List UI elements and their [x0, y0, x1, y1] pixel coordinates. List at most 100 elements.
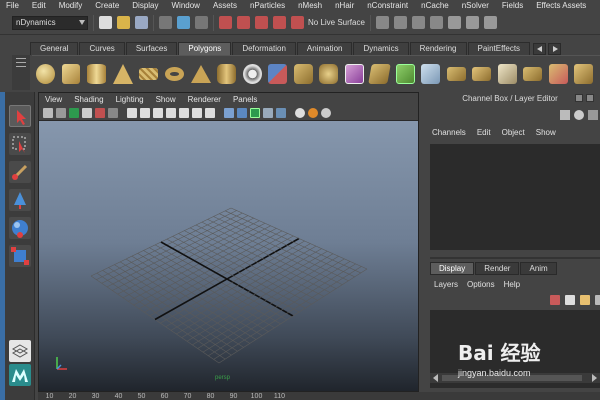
mode-selector[interactable]: nDynamics: [12, 15, 88, 30]
snap-curve-icon[interactable]: [237, 16, 250, 29]
menu-effects-assets[interactable]: Effects Assets: [536, 1, 586, 10]
combine-icon[interactable]: [268, 63, 288, 84]
tab-curves[interactable]: Curves: [79, 42, 125, 55]
wedge-icon[interactable]: [574, 63, 594, 84]
default-light-icon[interactable]: [295, 108, 305, 118]
select-camera-icon[interactable]: [43, 108, 53, 118]
shadows-icon[interactable]: [321, 108, 331, 118]
tab-dynamics[interactable]: Dynamics: [353, 42, 409, 55]
menu-ncache[interactable]: nCache: [421, 1, 449, 10]
ipr-render-icon[interactable]: [411, 16, 425, 29]
render-settings-icon[interactable]: [429, 16, 443, 29]
tab-deformation[interactable]: Deformation: [232, 42, 296, 55]
channel-box-toggle-icon[interactable]: [483, 16, 497, 29]
menu-assets[interactable]: Assets: [213, 1, 237, 10]
shelf-scroll-right-icon[interactable]: [548, 43, 562, 55]
move-tool-icon[interactable]: [9, 189, 31, 211]
smooth-icon[interactable]: [319, 63, 339, 84]
channel-box-menu-show[interactable]: Show: [536, 128, 556, 137]
lasso-tool-icon[interactable]: [9, 133, 31, 155]
menu-nmesh[interactable]: nMesh: [298, 1, 322, 10]
separate-icon[interactable]: [293, 63, 313, 84]
channel-box-content[interactable]: [430, 144, 600, 250]
move-layer-up-icon[interactable]: [550, 295, 560, 305]
merge-icon[interactable]: [523, 66, 543, 81]
make-live-icon[interactable]: [291, 16, 304, 29]
menu-nparticles[interactable]: nParticles: [250, 1, 285, 10]
poly-soccer-ball-icon[interactable]: [242, 63, 262, 84]
tab-rendering[interactable]: Rendering: [409, 42, 467, 55]
viewport-menu-panels[interactable]: Panels: [233, 95, 257, 104]
bevel-icon[interactable]: [497, 63, 517, 84]
layer-menu-options[interactable]: Options: [467, 280, 495, 289]
poly-pipe-icon[interactable]: [217, 63, 237, 84]
image-plane-icon[interactable]: [82, 108, 92, 118]
bridge-icon[interactable]: [395, 63, 415, 84]
boolean-icon[interactable]: [344, 63, 364, 84]
shelf-menu[interactable]: [12, 55, 30, 90]
extract-icon[interactable]: [548, 63, 568, 84]
tab-render[interactable]: Render: [475, 262, 520, 275]
grease-pencil-icon[interactable]: [108, 108, 118, 118]
poly-sphere-icon[interactable]: [36, 63, 55, 84]
bookmark-icon[interactable]: [69, 108, 79, 118]
grid-toggle-icon[interactable]: [127, 108, 137, 118]
poly-cone-icon[interactable]: [112, 63, 133, 84]
new-scene-icon[interactable]: [99, 16, 112, 29]
xray-icon[interactable]: [263, 108, 273, 118]
field-chart-icon[interactable]: [179, 108, 189, 118]
select-hierarchy-icon[interactable]: [159, 16, 172, 29]
scale-tool-icon[interactable]: [9, 245, 31, 267]
poly-cylinder-icon[interactable]: [87, 63, 106, 84]
menu-create[interactable]: Create: [95, 1, 119, 10]
perspective-viewport[interactable]: View Shading Lighting Show Renderer Pane…: [38, 92, 419, 392]
menu-modify[interactable]: Modify: [59, 1, 83, 10]
tab-display[interactable]: Display: [430, 262, 475, 275]
tool-settings-icon[interactable]: [588, 110, 598, 120]
poly-plane-icon[interactable]: [139, 67, 158, 80]
all-lights-icon[interactable]: [308, 108, 318, 118]
viewport-menu-view[interactable]: View: [45, 95, 62, 104]
tab-animation[interactable]: Animation: [296, 42, 353, 55]
wireframe-on-shaded-icon[interactable]: [250, 108, 260, 118]
tab-polygons[interactable]: Polygons: [178, 42, 232, 55]
attribute-editor-icon[interactable]: [574, 110, 584, 120]
tab-general[interactable]: General: [30, 42, 79, 55]
split-polygon-icon[interactable]: [446, 66, 466, 81]
safe-title-icon[interactable]: [205, 108, 215, 118]
resolution-gate-icon[interactable]: [153, 108, 163, 118]
maya-logo-icon[interactable]: [9, 364, 31, 386]
tab-anim[interactable]: Anim: [520, 262, 557, 275]
open-scene-icon[interactable]: [117, 16, 130, 29]
shelf-scroll-left-icon[interactable]: [533, 43, 547, 55]
menu-window[interactable]: Window: [172, 1, 200, 10]
snap-point-icon[interactable]: [255, 16, 268, 29]
rotate-tool-icon[interactable]: [9, 217, 31, 239]
paint-select-icon[interactable]: [9, 161, 31, 183]
safe-action-icon[interactable]: [192, 108, 202, 118]
viewport-menu-lighting[interactable]: Lighting: [116, 95, 144, 104]
menu-edit[interactable]: Edit: [32, 1, 46, 10]
float-panel-icon[interactable]: [575, 94, 583, 102]
two-d-pan-icon[interactable]: [95, 108, 105, 118]
smooth-shade-icon[interactable]: [237, 108, 247, 118]
extrude-icon[interactable]: [368, 63, 392, 84]
channel-box-menu-channels[interactable]: Channels: [432, 128, 466, 137]
menu-nconstraint[interactable]: nConstraint: [367, 1, 408, 10]
menu-fields[interactable]: Fields: [502, 1, 523, 10]
film-gate-icon[interactable]: [140, 108, 150, 118]
poly-cube-icon[interactable]: [61, 63, 81, 84]
snap-view-plane-icon[interactable]: [273, 16, 286, 29]
layer-menu-help[interactable]: Help: [504, 280, 520, 289]
save-scene-icon[interactable]: [135, 16, 148, 29]
select-object-icon[interactable]: [177, 16, 190, 29]
tab-painteffects[interactable]: PaintEffects: [467, 42, 531, 55]
select-component-icon[interactable]: [195, 16, 208, 29]
render-view-icon[interactable]: [375, 16, 389, 29]
tab-surfaces[interactable]: Surfaces: [125, 42, 178, 55]
menu-nsolver[interactable]: nSolver: [462, 1, 489, 10]
camera-attributes-icon[interactable]: [56, 108, 66, 118]
viewport-menu-show[interactable]: Show: [156, 95, 176, 104]
insert-edge-loop-icon[interactable]: [472, 66, 492, 81]
poly-torus-icon[interactable]: [164, 66, 185, 81]
